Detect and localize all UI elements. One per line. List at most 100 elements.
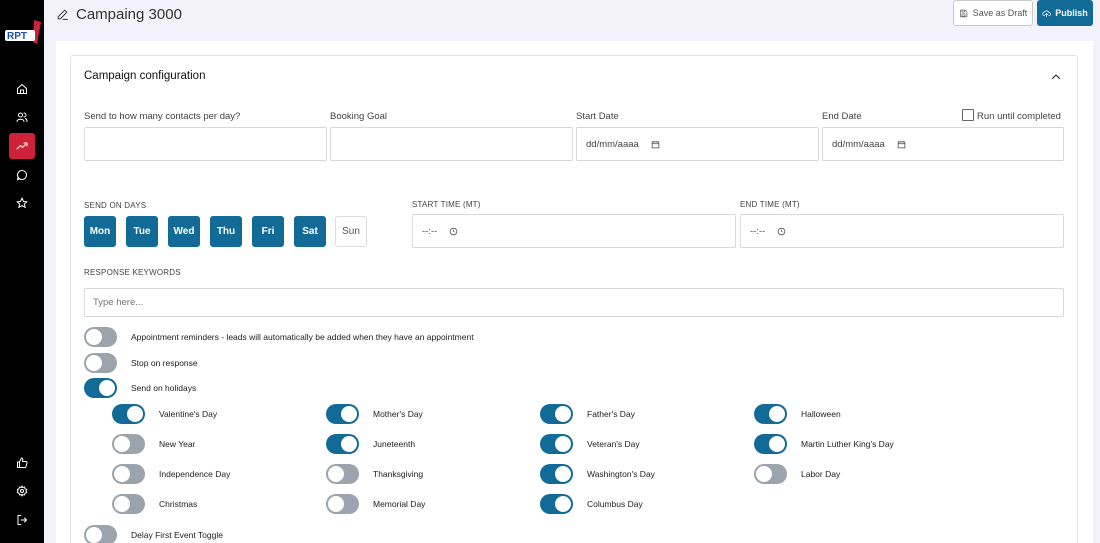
contacts-per-day-label: Send to how many contacts per day? — [84, 111, 241, 122]
end-time-label: END TIME (MT) — [740, 200, 800, 209]
start-date-value: dd/mm/aaaa — [586, 138, 639, 150]
run-until-completed-label: Run until completed — [977, 111, 1061, 122]
section-title[interactable]: Campaign configuration — [84, 70, 205, 82]
home-icon — [17, 84, 27, 94]
holiday-toggle[interactable] — [112, 434, 145, 454]
gear-icon — [16, 485, 28, 497]
run-until-completed-checkbox[interactable] — [962, 109, 974, 121]
contacts-per-day-input[interactable] — [84, 127, 327, 161]
nav-logout[interactable] — [9, 507, 35, 533]
holiday-toggle[interactable] — [112, 494, 145, 514]
holiday-label: New Year — [159, 439, 196, 449]
holiday-label: Veteran's Day — [587, 439, 640, 449]
star-icon — [16, 197, 28, 208]
booking-goal-label: Booking Goal — [330, 111, 388, 122]
start-time-input[interactable]: --:-- — [412, 214, 736, 248]
nav-campaigns[interactable] — [9, 133, 35, 159]
holiday-label: Halloween — [801, 409, 841, 419]
holiday-label: Columbus Day — [587, 499, 643, 509]
holiday-toggle[interactable] — [540, 464, 573, 484]
edit-icon[interactable] — [56, 8, 69, 21]
trending-up-icon — [16, 142, 28, 150]
send-on-holidays-label: Send on holidays — [131, 383, 197, 393]
cloud-upload-icon — [1042, 9, 1051, 17]
holiday-label: Washington's Day — [587, 469, 655, 479]
day-mon[interactable]: Mon — [84, 216, 116, 247]
calendar-icon[interactable] — [897, 140, 906, 149]
holiday-toggle[interactable] — [326, 494, 359, 514]
publish-button[interactable]: Publish — [1037, 0, 1093, 26]
send-on-holidays-toggle[interactable] — [84, 378, 117, 398]
nav-contacts[interactable] — [9, 104, 35, 130]
day-sun[interactable]: Sun — [335, 216, 367, 247]
appointment-reminders-toggle[interactable] — [84, 327, 117, 347]
start-date-input[interactable]: dd/mm/aaaa — [576, 127, 819, 161]
holiday-label: Martin Luther King's Day — [801, 439, 894, 449]
holiday-label: Memorial Day — [373, 499, 426, 509]
holiday-toggle[interactable] — [540, 494, 573, 514]
day-fri[interactable]: Fri — [252, 216, 284, 247]
holiday-toggle[interactable] — [754, 434, 787, 454]
holiday-toggle[interactable] — [326, 464, 359, 484]
chat-icon — [17, 170, 28, 181]
end-date-label: End Date — [822, 111, 862, 122]
booking-goal-input[interactable] — [330, 127, 573, 161]
thumbs-up-icon — [17, 457, 28, 468]
stop-on-response-label: Stop on response — [131, 358, 198, 368]
holiday-label: Christmas — [159, 499, 198, 509]
holiday-toggle[interactable] — [112, 404, 145, 424]
nav-messages[interactable] — [9, 162, 35, 188]
start-time-label: START TIME (MT) — [412, 200, 481, 209]
day-tue[interactable]: Tue — [126, 216, 158, 247]
holiday-label: Juneteenth — [373, 439, 416, 449]
delay-first-event-label: Delay First Event Toggle — [131, 530, 223, 540]
day-sat[interactable]: Sat — [294, 216, 326, 247]
start-date-label: Start Date — [576, 111, 619, 122]
sidebar: RPT — [0, 0, 44, 543]
save-draft-label: Save as Draft — [972, 8, 1028, 18]
holiday-toggle[interactable] — [754, 404, 787, 424]
calendar-icon[interactable] — [651, 140, 660, 149]
logout-icon — [17, 515, 27, 525]
start-time-value: --:-- — [422, 225, 438, 237]
campaign-name[interactable]: Campaing 3000 — [76, 6, 182, 23]
end-date-value: dd/mm/aaaa — [832, 138, 885, 150]
end-time-value: --:-- — [750, 225, 766, 237]
holiday-toggle[interactable] — [540, 434, 573, 454]
clock-icon[interactable] — [449, 227, 458, 236]
holiday-toggle[interactable] — [112, 464, 145, 484]
nav-settings[interactable] — [9, 478, 35, 504]
holiday-label: Thanksgiving — [373, 469, 424, 479]
end-date-input[interactable]: dd/mm/aaaa — [822, 127, 1064, 161]
day-thu[interactable]: Thu — [210, 216, 242, 247]
chevron-up-icon — [1052, 74, 1060, 79]
nav-home[interactable] — [9, 76, 35, 102]
holiday-toggle[interactable] — [326, 434, 359, 454]
holiday-label: Father's Day — [587, 409, 635, 419]
holiday-toggle[interactable] — [540, 404, 573, 424]
response-keywords-input[interactable] — [84, 288, 1064, 317]
response-keywords-label: RESPONSE KEYWORDS — [84, 268, 181, 277]
appointment-reminders-label: Appointment reminders - leads will autom… — [131, 332, 474, 342]
delay-first-event-toggle[interactable] — [84, 525, 117, 543]
holiday-toggle[interactable] — [754, 464, 787, 484]
holiday-label: Valentine's Day — [159, 409, 218, 419]
publish-label: Publish — [1055, 8, 1088, 18]
save-draft-button[interactable]: Save as Draft — [953, 0, 1033, 26]
nav-favorites[interactable] — [9, 190, 35, 216]
collapse-button[interactable] — [1050, 70, 1062, 82]
stop-on-response-toggle[interactable] — [84, 353, 117, 373]
holiday-label: Mother's Day — [373, 409, 423, 419]
brand-logo[interactable]: RPT — [4, 20, 41, 48]
nav-feedback[interactable] — [9, 450, 35, 476]
holiday-toggle[interactable] — [326, 404, 359, 424]
holiday-label: Labor Day — [801, 469, 841, 479]
end-time-input[interactable]: --:-- — [740, 214, 1064, 248]
users-icon — [16, 112, 28, 122]
save-icon — [959, 9, 967, 17]
send-on-days-label: SEND ON DAYS — [84, 201, 147, 210]
clock-icon[interactable] — [777, 227, 786, 236]
svg-text:RPT: RPT — [7, 31, 27, 42]
holiday-label: Independence Day — [159, 469, 231, 479]
day-wed[interactable]: Wed — [168, 216, 200, 247]
